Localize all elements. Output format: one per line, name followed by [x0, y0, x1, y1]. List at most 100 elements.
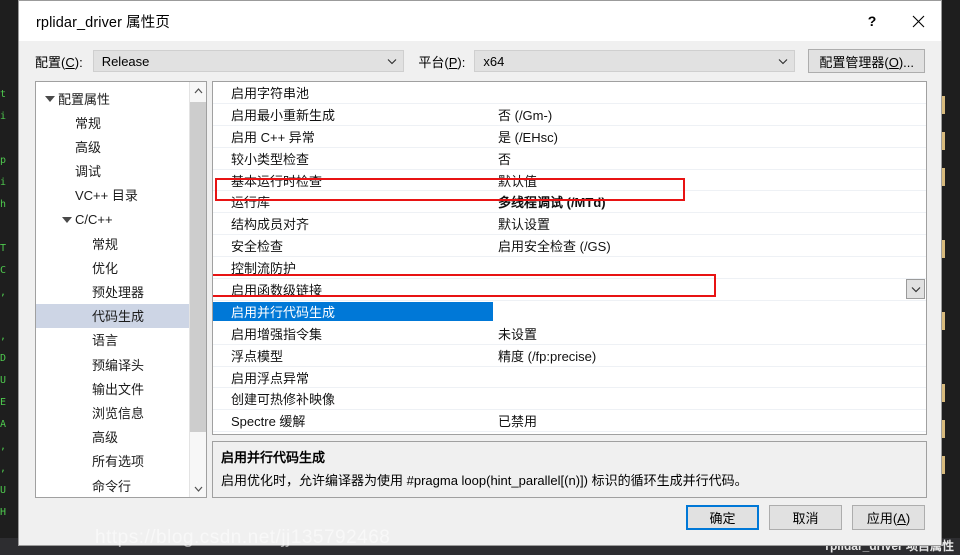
tree-item[interactable]: 常规	[36, 110, 189, 134]
property-row[interactable]: 浮点模型 精度 (/fp:precise)	[213, 345, 926, 367]
property-name: 安全检查	[231, 239, 284, 255]
tree-item[interactable]: 浏览信息	[36, 400, 189, 424]
property-value[interactable]: 否	[493, 149, 926, 168]
tree-item[interactable]: 优化	[36, 255, 189, 279]
tree-scroll-track[interactable]	[190, 99, 206, 480]
tree-item[interactable]: C/C++	[36, 207, 189, 231]
tree-item[interactable]: 语言	[36, 328, 189, 352]
tree-scrollbar[interactable]	[189, 82, 206, 497]
property-name: 启用浮点异常	[231, 370, 310, 386]
property-value[interactable]: 默认设置	[493, 214, 926, 233]
close-icon[interactable]	[895, 1, 941, 41]
property-name: 创建可热修补映像	[231, 392, 336, 408]
chevron-down-icon[interactable]	[42, 95, 58, 102]
property-value[interactable]: 否 (/Gm-)	[493, 105, 926, 124]
property-row[interactable]: 控制流防护	[213, 257, 926, 280]
property-row[interactable]: 启用并行代码生成	[213, 301, 926, 323]
tree-scroll-thumb[interactable]	[190, 102, 206, 432]
property-name: 启用最小重新生成	[231, 107, 336, 123]
property-name: 浮点模型	[231, 348, 284, 364]
tree-item-label: VC++ 目录	[75, 188, 138, 204]
help-icon[interactable]: ?	[849, 1, 895, 41]
configuration-manager-button[interactable]: 配置管理器(O)...	[808, 49, 925, 73]
property-value[interactable]: 启用安全检查 (/GS)	[493, 236, 926, 255]
tree-item[interactable]: 预处理器	[36, 280, 189, 304]
property-tree: 配置属性 常规 高级 调试 VC++ 目录 C/C++ 常规 优化 预处理器 代码生成 语言 预编译头…	[35, 81, 207, 498]
background-code-left: t i p i h T C , , D U E A , , U H	[0, 89, 7, 518]
property-row[interactable]: 启用函数级链接	[213, 279, 926, 301]
property-value[interactable]: 多线程调试 (/MTd)	[493, 192, 926, 211]
chevron-down-icon[interactable]	[59, 216, 75, 223]
property-row[interactable]: 创建可热修补映像	[213, 388, 926, 411]
property-row[interactable]: 启用增强指令集 未设置	[213, 323, 926, 345]
platform-value: x64	[483, 53, 505, 69]
dialog-body: 配置属性 常规 高级 调试 VC++ 目录 C/C++ 常规 优化 预处理器 代码生成 语言 预编译头…	[19, 81, 941, 498]
property-value[interactable]: 已禁用	[493, 411, 926, 430]
property-name: 基本运行时检查	[231, 173, 323, 189]
background-code-right	[942, 60, 960, 555]
property-value[interactable]: 未设置	[493, 324, 926, 343]
property-row[interactable]: 启用字符串池	[213, 82, 926, 104]
property-row[interactable]: Spectre 缓解 已禁用	[213, 410, 926, 433]
tree-item-label: 预编译头	[92, 357, 145, 373]
property-row[interactable]: 启用 Intel JCC Erratum 缓解措施否	[213, 432, 926, 434]
configuration-manager-label: 配置管理器(O)...	[819, 54, 914, 70]
tree-item-label: 调试	[75, 164, 102, 180]
property-row[interactable]: 启用最小重新生成 否 (/Gm-)	[213, 104, 926, 126]
tree-item-label: 浏览信息	[92, 406, 145, 422]
property-description: 启用并行代码生成 启用优化时，允许编译器为使用 #pragma loop(hin…	[212, 441, 927, 498]
tree-item[interactable]: 配置属性	[36, 86, 189, 110]
description-text: 启用优化时，允许编译器为使用 #pragma loop(hint_paralle…	[221, 473, 748, 488]
property-value[interactable]: 否	[493, 433, 926, 434]
tree-item-label: 输出文件	[92, 381, 145, 397]
watermark-layer: https://blog.csdn.net/jj135792468	[0, 515, 960, 555]
scroll-down-icon[interactable]	[190, 480, 206, 497]
property-panel: 启用字符串池启用最小重新生成 否 (/Gm-) 启用 C++ 异常 是 (/EHsc)…	[212, 81, 927, 498]
tree-item[interactable]: 输出文件	[36, 376, 189, 400]
property-value[interactable]: 是 (/EHsc)	[493, 127, 926, 146]
property-name: 启用并行代码生成	[213, 301, 493, 321]
property-row[interactable]: 较小类型检查 否	[213, 148, 926, 170]
tree-item[interactable]: 调试	[36, 159, 189, 183]
property-name: Spectre 缓解	[231, 414, 306, 430]
tree-item[interactable]: 高级	[36, 425, 189, 449]
value-dropdown-button[interactable]	[906, 279, 925, 299]
property-name: 启用增强指令集	[231, 326, 323, 342]
property-row[interactable]: 基本运行时检查 默认值	[213, 170, 926, 192]
tree-item[interactable]: 代码生成	[36, 303, 189, 328]
tree-item-label: 优化	[92, 260, 119, 276]
configuration-label: 配置(C):	[35, 54, 83, 70]
property-grid: 启用字符串池启用最小重新生成 否 (/Gm-) 启用 C++ 异常 是 (/EHsc)…	[212, 81, 927, 435]
property-row[interactable]: 启用 C++ 异常 是 (/EHsc)	[213, 126, 926, 148]
tree-item-label: 常规	[92, 236, 119, 252]
property-name: 运行库	[231, 195, 271, 211]
scroll-up-icon[interactable]	[190, 82, 206, 99]
tree-item[interactable]: 预编译头	[36, 352, 189, 376]
configuration-select[interactable]: Release	[92, 50, 405, 72]
property-grid-rows[interactable]: 启用字符串池启用最小重新生成 否 (/Gm-) 启用 C++ 异常 是 (/EHsc)…	[213, 82, 926, 434]
titlebar-buttons: ?	[849, 1, 941, 41]
tree-item-label: 常规	[75, 115, 102, 131]
tree-item-label: C/C++	[75, 211, 113, 227]
chevron-down-icon	[383, 58, 401, 65]
tree-item-label: 高级	[92, 430, 119, 446]
dialog-titlebar: rplidar_driver 属性页 ?	[19, 1, 941, 41]
property-row[interactable]: 结构成员对齐 默认设置	[213, 213, 926, 236]
property-tree-list[interactable]: 配置属性 常规 高级 调试 VC++ 目录 C/C++ 常规 优化 预处理器 代码生成 语言 预编译头…	[36, 82, 189, 497]
tree-item-label: 高级	[75, 139, 102, 155]
platform-select[interactable]: x64	[474, 50, 796, 72]
property-value[interactable]: 默认值	[493, 171, 926, 190]
property-row[interactable]: 运行库 多线程调试 (/MTd)	[213, 191, 926, 214]
tree-item[interactable]: 命令行	[36, 473, 189, 497]
property-row[interactable]: 安全检查 启用安全检查 (/GS)	[213, 235, 926, 258]
property-value[interactable]: 精度 (/fp:precise)	[493, 346, 926, 365]
tree-item[interactable]: 所有选项	[36, 449, 189, 473]
tree-item[interactable]: 常规	[36, 231, 189, 255]
chevron-down-icon	[774, 58, 792, 65]
property-name: 控制流防护	[231, 261, 297, 277]
property-row[interactable]: 启用浮点异常	[213, 367, 926, 389]
tree-item-label: 所有选项	[92, 454, 145, 470]
tree-item-label: 命令行	[92, 478, 132, 494]
tree-item[interactable]: 高级	[36, 134, 189, 158]
tree-item[interactable]: VC++ 目录	[36, 183, 189, 207]
